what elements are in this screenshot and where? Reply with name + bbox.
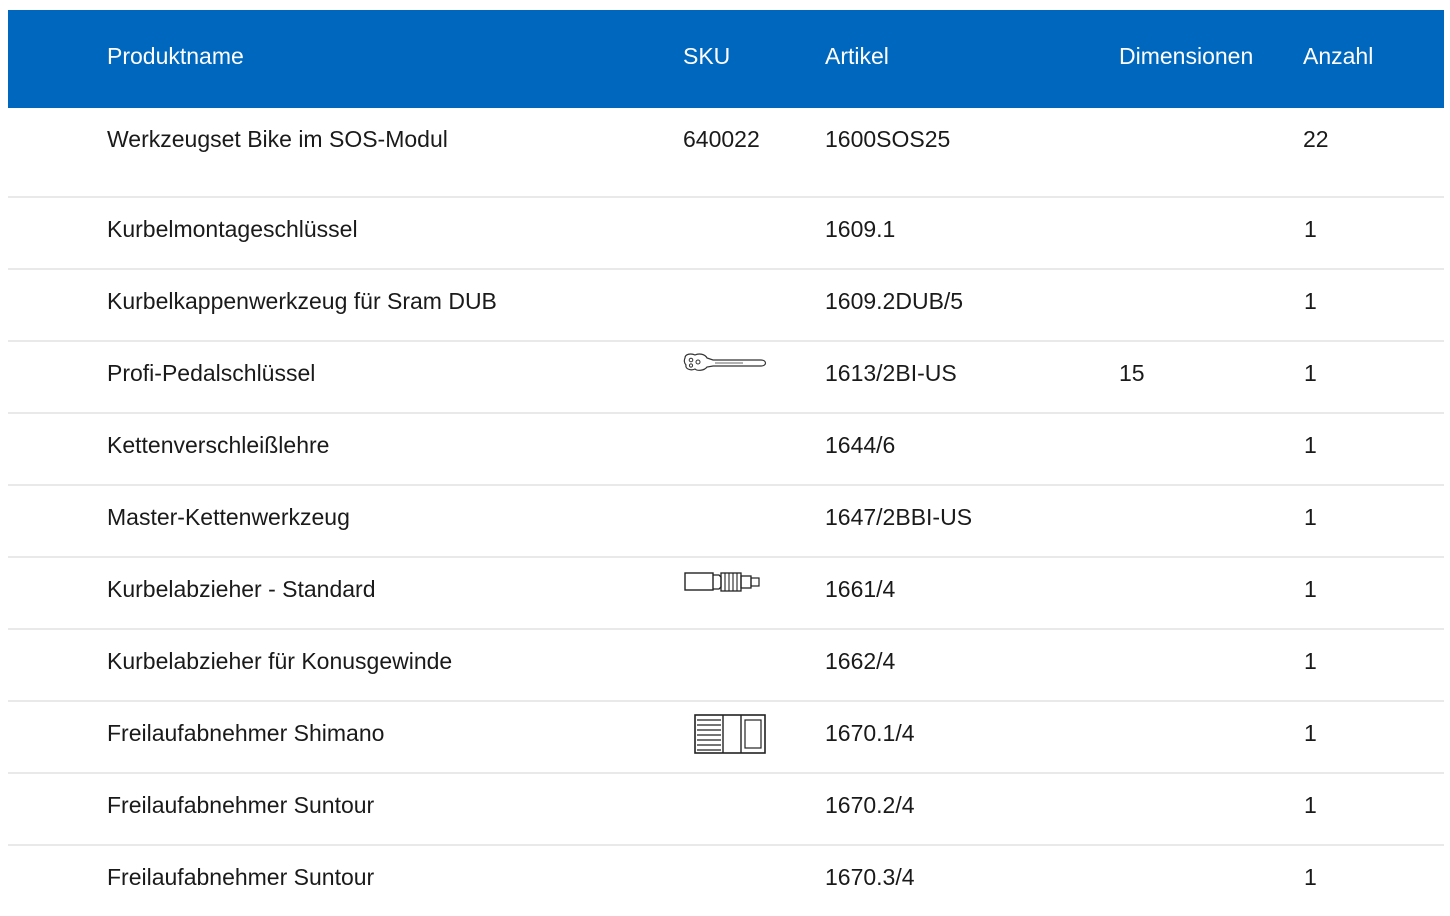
product-article: 1670.1/4 xyxy=(825,720,915,746)
product-name: Kettenverschleißlehre xyxy=(107,432,330,458)
product-quantity: 1 xyxy=(1304,648,1317,674)
table-row[interactable]: Freilaufabnehmer Suntour 1670.2/4 1 xyxy=(8,774,1444,846)
product-name: Kurbelkappenwerkzeug für Sram DUB xyxy=(107,288,497,314)
product-name: Kurbelabzieher für Konusgewinde xyxy=(107,648,453,674)
header-dimensions[interactable]: Dimensionen xyxy=(1119,42,1253,70)
table-row[interactable]: Master-Kettenwerkzeug 1647/2BBI-US 1 xyxy=(8,486,1444,558)
table-row[interactable]: Kurbelabzieher für Konusgewinde 1662/4 1 xyxy=(8,630,1444,702)
product-article: 1613/2BI-US xyxy=(825,360,957,386)
product-quantity: 22 xyxy=(1303,126,1329,152)
table-header: Produktname SKU Artikel Dimensionen Anza… xyxy=(8,10,1444,108)
header-quantity[interactable]: Anzahl xyxy=(1303,42,1373,70)
product-quantity: 1 xyxy=(1304,216,1317,242)
table-row[interactable]: Kurbelabzieher - Standard 1661/4 1 xyxy=(8,558,1444,630)
product-article: 1661/4 xyxy=(825,576,896,602)
product-name: Werkzeugset Bike im SOS-Modul xyxy=(107,126,448,152)
product-article: 1609.2DUB/5 xyxy=(825,288,964,314)
table-row[interactable]: Freilaufabnehmer Shimano 1670.1/4 1 xyxy=(8,702,1444,774)
crank-puller-icon xyxy=(683,570,769,594)
header-sku[interactable]: SKU xyxy=(683,42,730,70)
table-row[interactable]: Kettenverschleißlehre 1644/6 1 xyxy=(8,414,1444,486)
product-sku: 640022 xyxy=(683,126,760,152)
table-row[interactable]: Werkzeugset Bike im SOS-Modul 640022 160… xyxy=(8,108,1444,198)
product-name: Kurbelabzieher - Standard xyxy=(107,576,376,602)
product-article: 1647/2BBI-US xyxy=(825,504,973,530)
product-quantity: 1 xyxy=(1304,504,1317,530)
product-name: Freilaufabnehmer Shimano xyxy=(107,720,385,746)
header-product-name[interactable]: Produktname xyxy=(107,42,244,70)
product-name: Freilaufabnehmer Suntour xyxy=(107,864,375,890)
product-article: 1670.3/4 xyxy=(825,864,915,890)
product-quantity: 1 xyxy=(1304,792,1317,818)
table-row[interactable]: Profi-Pedalschlüssel 1613/2BI-US 15 1 xyxy=(8,342,1444,414)
pedal-wrench-icon xyxy=(683,352,769,372)
product-quantity: 1 xyxy=(1304,864,1317,890)
product-name: Master-Kettenwerkzeug xyxy=(107,504,350,530)
product-name: Freilaufabnehmer Suntour xyxy=(107,792,375,818)
product-article: 1644/6 xyxy=(825,432,896,458)
table-row[interactable]: Kurbelkappenwerkzeug für Sram DUB 1609.2… xyxy=(8,270,1444,342)
header-article[interactable]: Artikel xyxy=(825,42,889,70)
product-quantity: 1 xyxy=(1304,288,1317,314)
freewheel-remover-icon xyxy=(693,712,769,756)
table-row[interactable]: Kurbelmontageschlüssel 1609.1 1 xyxy=(8,198,1444,270)
product-table: Produktname SKU Artikel Dimensionen Anza… xyxy=(8,10,1444,916)
product-name: Profi-Pedalschlüssel xyxy=(107,360,316,386)
product-quantity: 1 xyxy=(1304,576,1317,602)
product-quantity: 1 xyxy=(1304,432,1317,458)
product-quantity: 1 xyxy=(1304,360,1317,386)
product-article: 1609.1 xyxy=(825,216,896,242)
product-article: 1670.2/4 xyxy=(825,792,915,818)
product-name: Kurbelmontageschlüssel xyxy=(107,216,358,242)
product-dimensions: 15 xyxy=(1119,360,1145,386)
product-article: 1662/4 xyxy=(825,648,896,674)
product-article: 1600SOS25 xyxy=(825,126,951,152)
product-quantity: 1 xyxy=(1304,720,1317,746)
table-row[interactable]: Freilaufabnehmer Suntour 1670.3/4 1 xyxy=(8,846,1444,916)
